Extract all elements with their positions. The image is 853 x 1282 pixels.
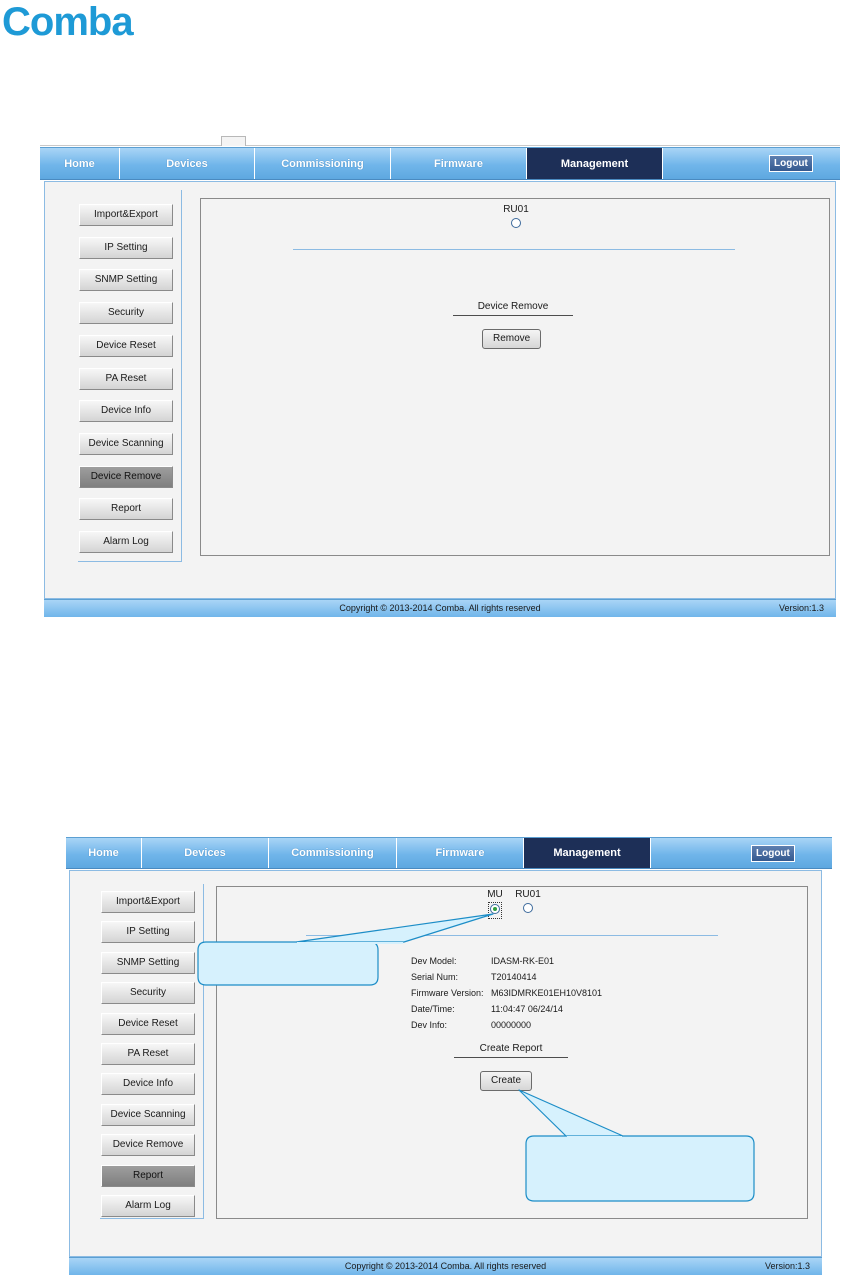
nav-tab-firmware[interactable]: Firmware bbox=[397, 838, 524, 868]
version-text: Version:1.3 bbox=[778, 603, 824, 613]
info-row: Dev Model: IDASM-RK-E01 bbox=[411, 953, 602, 969]
create-report-title: Create Report bbox=[454, 1043, 568, 1058]
menu-device-remove[interactable]: Device Remove bbox=[101, 1134, 195, 1156]
footer-bar: Copyright © 2013-2014 Comba. All rights … bbox=[44, 599, 836, 617]
browser-tab[interactable] bbox=[221, 136, 246, 146]
browser-tab-strip bbox=[40, 133, 840, 146]
info-value: 00000000 bbox=[491, 1020, 532, 1030]
copyright-text: Copyright © 2013-2014 Comba. All rights … bbox=[344, 1261, 547, 1271]
create-button[interactable]: Create bbox=[480, 1071, 533, 1091]
info-row: Serial Num: T20140414 bbox=[411, 969, 602, 985]
device-option-ru01: RU01 bbox=[508, 889, 548, 916]
device-option-ru01: RU01 bbox=[496, 204, 536, 231]
screenshot-report: Home Devices Commissioning Firmware Mana… bbox=[66, 837, 832, 1282]
info-value: IDASM-RK-E01 bbox=[491, 956, 555, 966]
comba-logo: Comba bbox=[2, 2, 135, 42]
nav-tab-management[interactable]: Management bbox=[524, 838, 651, 868]
top-nav: Home Devices Commissioning Firmware Mana… bbox=[66, 837, 832, 869]
device-label-ru01: RU01 bbox=[503, 204, 529, 215]
info-label: Dev Model: bbox=[411, 956, 457, 966]
device-remove-panel: RU01 Device Remove Remove bbox=[200, 198, 830, 556]
management-sidebar: Import&Export IP Setting SNMP Setting Se… bbox=[78, 190, 182, 562]
logout-button[interactable]: Logout bbox=[769, 155, 813, 172]
menu-device-info[interactable]: Device Info bbox=[79, 400, 173, 422]
menu-device-reset[interactable]: Device Reset bbox=[101, 1013, 195, 1035]
info-row: Firmware Version: M63IDMRKE01EH10V8101 bbox=[411, 985, 602, 1001]
info-label: Dev Info: bbox=[411, 1020, 448, 1030]
menu-device-info[interactable]: Device Info bbox=[101, 1073, 195, 1095]
menu-snmp-setting[interactable]: SNMP Setting bbox=[101, 952, 195, 974]
footer-bar: Copyright © 2013-2014 Comba. All rights … bbox=[69, 1257, 822, 1275]
menu-ip-setting[interactable]: IP Setting bbox=[101, 921, 195, 943]
device-radio-mu[interactable] bbox=[490, 904, 500, 914]
menu-report[interactable]: Report bbox=[101, 1165, 195, 1187]
nav-tab-home[interactable]: Home bbox=[40, 148, 120, 179]
top-nav: Home Devices Commissioning Firmware Mana… bbox=[40, 147, 840, 180]
panel-divider bbox=[293, 249, 735, 250]
nav-tab-firmware[interactable]: Firmware bbox=[391, 148, 527, 179]
device-radio-ru01[interactable] bbox=[523, 903, 533, 913]
info-label: Date/Time: bbox=[411, 1004, 455, 1014]
logout-button[interactable]: Logout bbox=[751, 845, 795, 862]
nav-spacer: Logout bbox=[651, 838, 832, 868]
info-label: Serial Num: bbox=[411, 972, 459, 982]
menu-security[interactable]: Security bbox=[101, 982, 195, 1004]
nav-tab-devices[interactable]: Devices bbox=[142, 838, 269, 868]
info-value: 11:04:47 06/24/14 bbox=[491, 1004, 563, 1014]
menu-import-export[interactable]: Import&Export bbox=[101, 891, 195, 913]
menu-ip-setting[interactable]: IP Setting bbox=[79, 237, 173, 259]
nav-tab-home[interactable]: Home bbox=[66, 838, 142, 868]
panel-divider bbox=[306, 935, 718, 936]
nav-tab-commissioning[interactable]: Commissioning bbox=[269, 838, 397, 868]
content-area: Import&Export IP Setting SNMP Setting Se… bbox=[44, 181, 836, 599]
info-value: M63IDMRKE01EH10V8101 bbox=[491, 988, 603, 998]
menu-snmp-setting[interactable]: SNMP Setting bbox=[79, 269, 173, 291]
menu-device-remove[interactable]: Device Remove bbox=[79, 466, 173, 488]
menu-device-reset[interactable]: Device Reset bbox=[79, 335, 173, 357]
info-label: Firmware Version: bbox=[411, 988, 484, 998]
menu-pa-reset[interactable]: PA Reset bbox=[79, 368, 173, 390]
report-panel: MU RU01 Dev Model: IDASM-RK-E01 Serial Nu… bbox=[216, 886, 808, 1219]
info-row: Date/Time: 11:04:47 06/24/14 bbox=[411, 1001, 602, 1017]
nav-tab-management[interactable]: Management bbox=[527, 148, 663, 179]
menu-device-scanning[interactable]: Device Scanning bbox=[101, 1104, 195, 1126]
content-area: Import&Export IP Setting SNMP Setting Se… bbox=[69, 870, 822, 1257]
info-value: T20140414 bbox=[491, 972, 537, 982]
device-radio-ru01[interactable] bbox=[511, 218, 521, 228]
nav-tab-devices[interactable]: Devices bbox=[120, 148, 255, 179]
menu-security[interactable]: Security bbox=[79, 302, 173, 324]
management-sidebar: Import&Export IP Setting SNMP Setting Se… bbox=[100, 884, 204, 1219]
menu-device-scanning[interactable]: Device Scanning bbox=[79, 433, 173, 455]
screenshot-device-remove: Home Devices Commissioning Firmware Mana… bbox=[40, 133, 840, 618]
device-info-table: Dev Model: IDASM-RK-E01 Serial Num: T20140… bbox=[411, 953, 602, 1033]
menu-pa-reset[interactable]: PA Reset bbox=[101, 1043, 195, 1065]
svg-text:Comba: Comba bbox=[2, 2, 134, 42]
info-row: Dev Info: 00000000 bbox=[411, 1017, 602, 1033]
version-text: Version:1.3 bbox=[764, 1261, 810, 1271]
menu-report[interactable]: Report bbox=[79, 498, 173, 520]
radio-focus-ring bbox=[488, 902, 502, 919]
nav-spacer: Logout bbox=[663, 148, 840, 179]
nav-tab-commissioning[interactable]: Commissioning bbox=[255, 148, 391, 179]
menu-alarm-log[interactable]: Alarm Log bbox=[101, 1195, 195, 1217]
device-label-ru01: RU01 bbox=[515, 889, 541, 900]
device-remove-title: Device Remove bbox=[453, 301, 573, 316]
menu-alarm-log[interactable]: Alarm Log bbox=[79, 531, 173, 553]
copyright-text: Copyright © 2013-2014 Comba. All rights … bbox=[339, 603, 541, 613]
remove-button[interactable]: Remove bbox=[482, 329, 542, 349]
menu-import-export[interactable]: Import&Export bbox=[79, 204, 173, 226]
